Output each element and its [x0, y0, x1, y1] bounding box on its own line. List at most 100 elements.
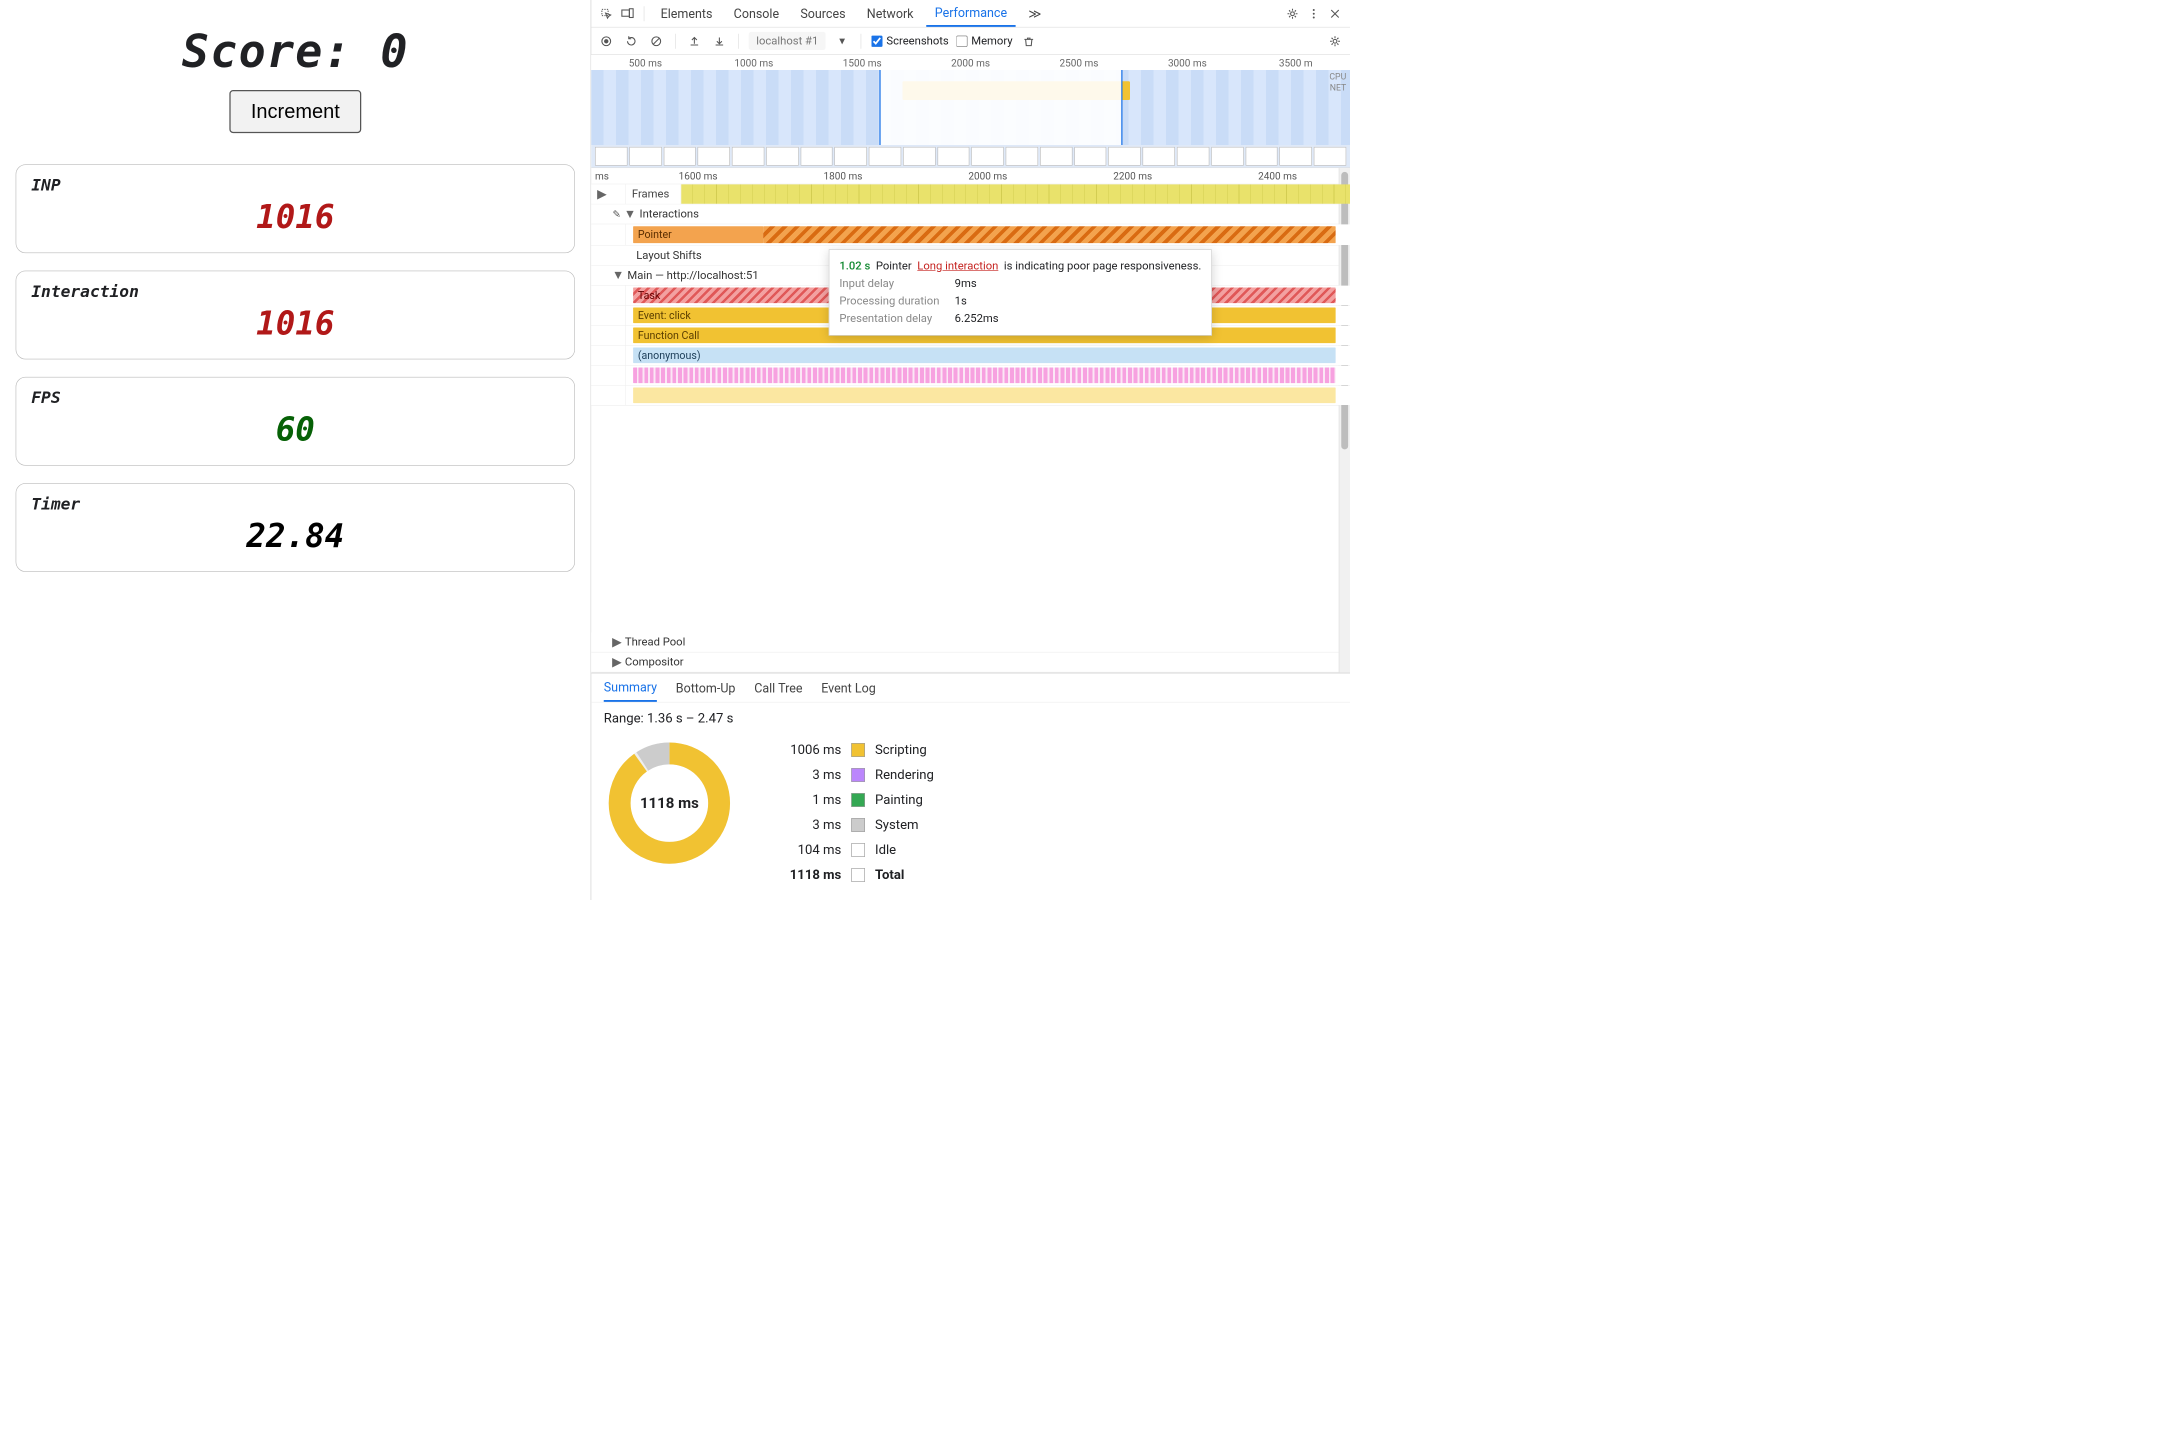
screenshots-checkbox-input[interactable] — [871, 35, 882, 46]
reload-record-icon[interactable] — [623, 32, 641, 50]
track-pointer[interactable]: Pointer — [591, 224, 1350, 245]
microtasks-bar[interactable] — [633, 368, 1336, 384]
devtools-pane: Elements Console Sources Network Perform… — [591, 0, 1350, 900]
track-microtasks-1[interactable] — [591, 366, 1350, 386]
screenshot-thumb[interactable] — [1314, 147, 1346, 166]
tab-more[interactable]: ≫ — [1020, 0, 1051, 27]
screenshot-thumb[interactable] — [903, 147, 935, 166]
timer-label: Timer — [31, 495, 559, 514]
interaction-value: 1016 — [31, 305, 559, 343]
legend-row-system: 3 ms System — [766, 813, 934, 838]
caret-icon[interactable]: ▶ — [612, 655, 622, 669]
profile-select[interactable]: localhost #1 — [749, 32, 826, 50]
legend-total-label: Total — [875, 868, 904, 883]
caret-icon[interactable]: ▶ — [597, 187, 607, 201]
screenshot-thumb[interactable] — [766, 147, 798, 166]
dropdown-icon[interactable]: ▾ — [833, 32, 851, 50]
gear-icon[interactable] — [1284, 5, 1302, 23]
pencil-icon[interactable]: ✎ — [613, 208, 621, 220]
tab-summary[interactable]: Summary — [604, 674, 657, 702]
anonymous-bar[interactable]: (anonymous) — [633, 348, 1336, 364]
screenshot-thumb[interactable] — [937, 147, 969, 166]
tab-elements[interactable]: Elements — [652, 0, 721, 27]
screenshot-thumb[interactable] — [663, 147, 695, 166]
screenshot-thumb[interactable] — [1245, 147, 1277, 166]
overview-timeline[interactable]: 500 ms 1000 ms 1500 ms 2000 ms 2500 ms 3… — [591, 55, 1350, 168]
screenshot-thumb[interactable] — [800, 147, 832, 166]
caret-icon[interactable]: ▼ — [624, 207, 636, 221]
tab-sources[interactable]: Sources — [792, 0, 855, 27]
fps-label: FPS — [31, 389, 559, 408]
settings-gear-icon[interactable] — [1326, 32, 1344, 50]
perf-toolbar: localhost #1 ▾ Screenshots Memory — [591, 28, 1350, 56]
screenshots-checkbox[interactable]: Screenshots — [871, 34, 948, 47]
pointer-bar-label[interactable]: Pointer — [633, 226, 763, 243]
section-thread-pool[interactable]: ▶ Thread Pool — [591, 633, 1350, 653]
screenshots-label: Screenshots — [886, 34, 948, 47]
flame-chart[interactable]: ms 1600 ms 1800 ms 2000 ms 2200 ms 2400 … — [591, 168, 1350, 673]
gc-icon[interactable] — [1020, 32, 1038, 50]
tick: 2500 ms — [1025, 57, 1133, 69]
legend-system-ms: 3 ms — [766, 818, 841, 833]
screenshot-thumb[interactable] — [595, 147, 627, 166]
track-frames[interactable]: ▶ Frames — [591, 184, 1350, 204]
tick: 1600 ms — [626, 170, 771, 182]
device-toggle-icon[interactable] — [619, 5, 637, 23]
tab-call-tree[interactable]: Call Tree — [754, 680, 802, 695]
screenshot-thumb[interactable] — [835, 147, 867, 166]
memory-checkbox[interactable]: Memory — [956, 34, 1012, 47]
increment-button[interactable]: Increment — [230, 90, 361, 133]
tick: 2000 ms — [916, 57, 1024, 69]
screenshot-thumb[interactable] — [1074, 147, 1106, 166]
track-microtasks-2[interactable] — [591, 386, 1350, 406]
screenshot-thumb[interactable] — [1177, 147, 1209, 166]
fps-value: 60 — [31, 411, 559, 449]
download-icon[interactable] — [711, 32, 729, 50]
tab-console[interactable]: Console — [725, 0, 788, 27]
screenshot-thumb[interactable] — [1280, 147, 1312, 166]
memory-checkbox-input[interactable] — [956, 35, 967, 46]
compositor-label: Compositor — [625, 656, 684, 669]
record-icon[interactable] — [598, 32, 616, 50]
screenshot-thumb[interactable] — [1143, 147, 1175, 166]
track-anonymous[interactable]: (anonymous) — [591, 346, 1350, 366]
legend-system-label: System — [875, 818, 919, 833]
screenshot-thumb[interactable] — [1040, 147, 1072, 166]
frames-label[interactable]: Frames — [626, 184, 682, 203]
close-icon[interactable] — [1326, 5, 1344, 23]
tab-network[interactable]: Network — [858, 0, 922, 27]
legend-row-total: 1118 ms Total — [766, 863, 934, 888]
paleyellow-bar[interactable] — [633, 388, 1336, 404]
section-interactions[interactable]: ✎ ▼ Interactions — [591, 204, 1350, 224]
tooltip-link[interactable]: Long interaction — [917, 259, 998, 272]
screenshot-thumb[interactable] — [629, 147, 661, 166]
tab-performance[interactable]: Performance — [926, 0, 1016, 27]
flame-ruler: ms 1600 ms 1800 ms 2000 ms 2200 ms 2400 … — [591, 168, 1350, 184]
screenshot-thumb[interactable] — [972, 147, 1004, 166]
kebab-icon[interactable] — [1305, 5, 1323, 23]
score-label: Score: — [182, 25, 352, 78]
caret-icon[interactable]: ▶ — [612, 635, 622, 649]
overview-selection[interactable] — [880, 70, 1123, 145]
screenshot-thumb[interactable] — [1108, 147, 1140, 166]
screenshot-thumb[interactable] — [698, 147, 730, 166]
pointer-bar-tail[interactable] — [763, 226, 1335, 243]
screenshot-thumb[interactable] — [869, 147, 901, 166]
legend-scripting-label: Scripting — [875, 743, 927, 758]
frames-body[interactable] — [681, 184, 1350, 203]
tab-bottom-up[interactable]: Bottom-Up — [676, 680, 736, 695]
screenshot-thumb[interactable] — [1006, 147, 1038, 166]
summary-range: Range: 1.36 s – 2.47 s — [591, 703, 1350, 732]
inspect-icon[interactable] — [598, 5, 616, 23]
interaction-label: Interaction — [31, 283, 559, 302]
overview-body[interactable]: CPU NET — [591, 70, 1350, 145]
section-compositor[interactable]: ▶ Compositor — [591, 653, 1350, 673]
clear-icon[interactable] — [648, 32, 666, 50]
swatch-system — [851, 818, 865, 832]
upload-icon[interactable] — [686, 32, 704, 50]
tab-event-log[interactable]: Event Log — [821, 680, 876, 695]
screenshot-thumb[interactable] — [1211, 147, 1243, 166]
overview-screenshots[interactable] — [591, 145, 1350, 168]
screenshot-thumb[interactable] — [732, 147, 764, 166]
caret-icon[interactable]: ▼ — [612, 268, 624, 282]
